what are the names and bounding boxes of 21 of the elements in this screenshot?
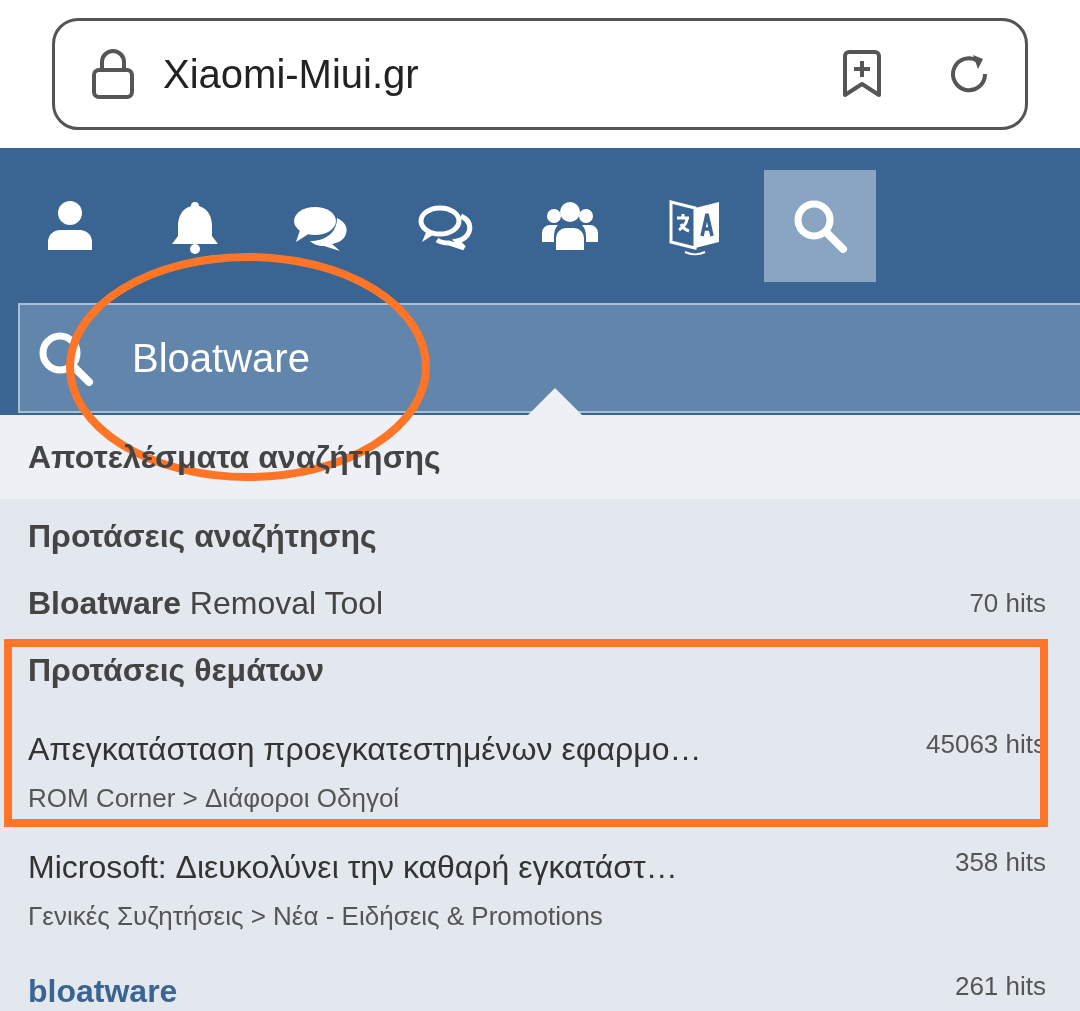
section-heading: Προτάσεις αναζήτησης [28, 517, 377, 556]
bookmark-add-icon[interactable] [841, 50, 883, 98]
search-field[interactable]: Bloatware [18, 303, 1080, 413]
suggestion-title: Bloatware Removal Tool [28, 584, 384, 623]
section-heading: Προτάσεις θεμάτων [28, 651, 325, 690]
hit-count: 261 hits [954, 970, 1046, 1003]
hit-count: 358 hits [954, 846, 1046, 879]
result-item[interactable]: Microsoft: Διευκολύνει την καθαρή εγκατάστ… Γενικές Συζητήσεις > Νέα - Ειδήσεις & Promotions 358 hits [0, 825, 1080, 943]
search-value: Bloatware [132, 335, 310, 382]
search-tab[interactable] [764, 170, 876, 282]
tag-link: bloatware [28, 972, 178, 1011]
url-text: Xiaomi-Miui.gr [163, 51, 420, 98]
result-item[interactable]: Bloatware Removal Tool 70 hits [0, 573, 1080, 633]
lock-icon [91, 48, 135, 100]
address-bar[interactable]: Xiaomi-Miui.gr [52, 18, 1028, 130]
thread-title: Microsoft: Διευκολύνει την καθαρή εγκατάστ… [28, 848, 678, 887]
forum-path: Γενικές Συζητήσεις > Νέα - Ειδήσεις & Promotions [28, 900, 604, 933]
thread-title: Απεγκατάσταση προεγκατεστημένων εφαρμο… [28, 730, 702, 769]
result-item[interactable]: bloatware 261 hits [0, 943, 1080, 1011]
forum-path: ROM Corner > Διάφοροι Οδηγοί [28, 782, 401, 815]
hit-count: 70 hits [969, 586, 1046, 620]
